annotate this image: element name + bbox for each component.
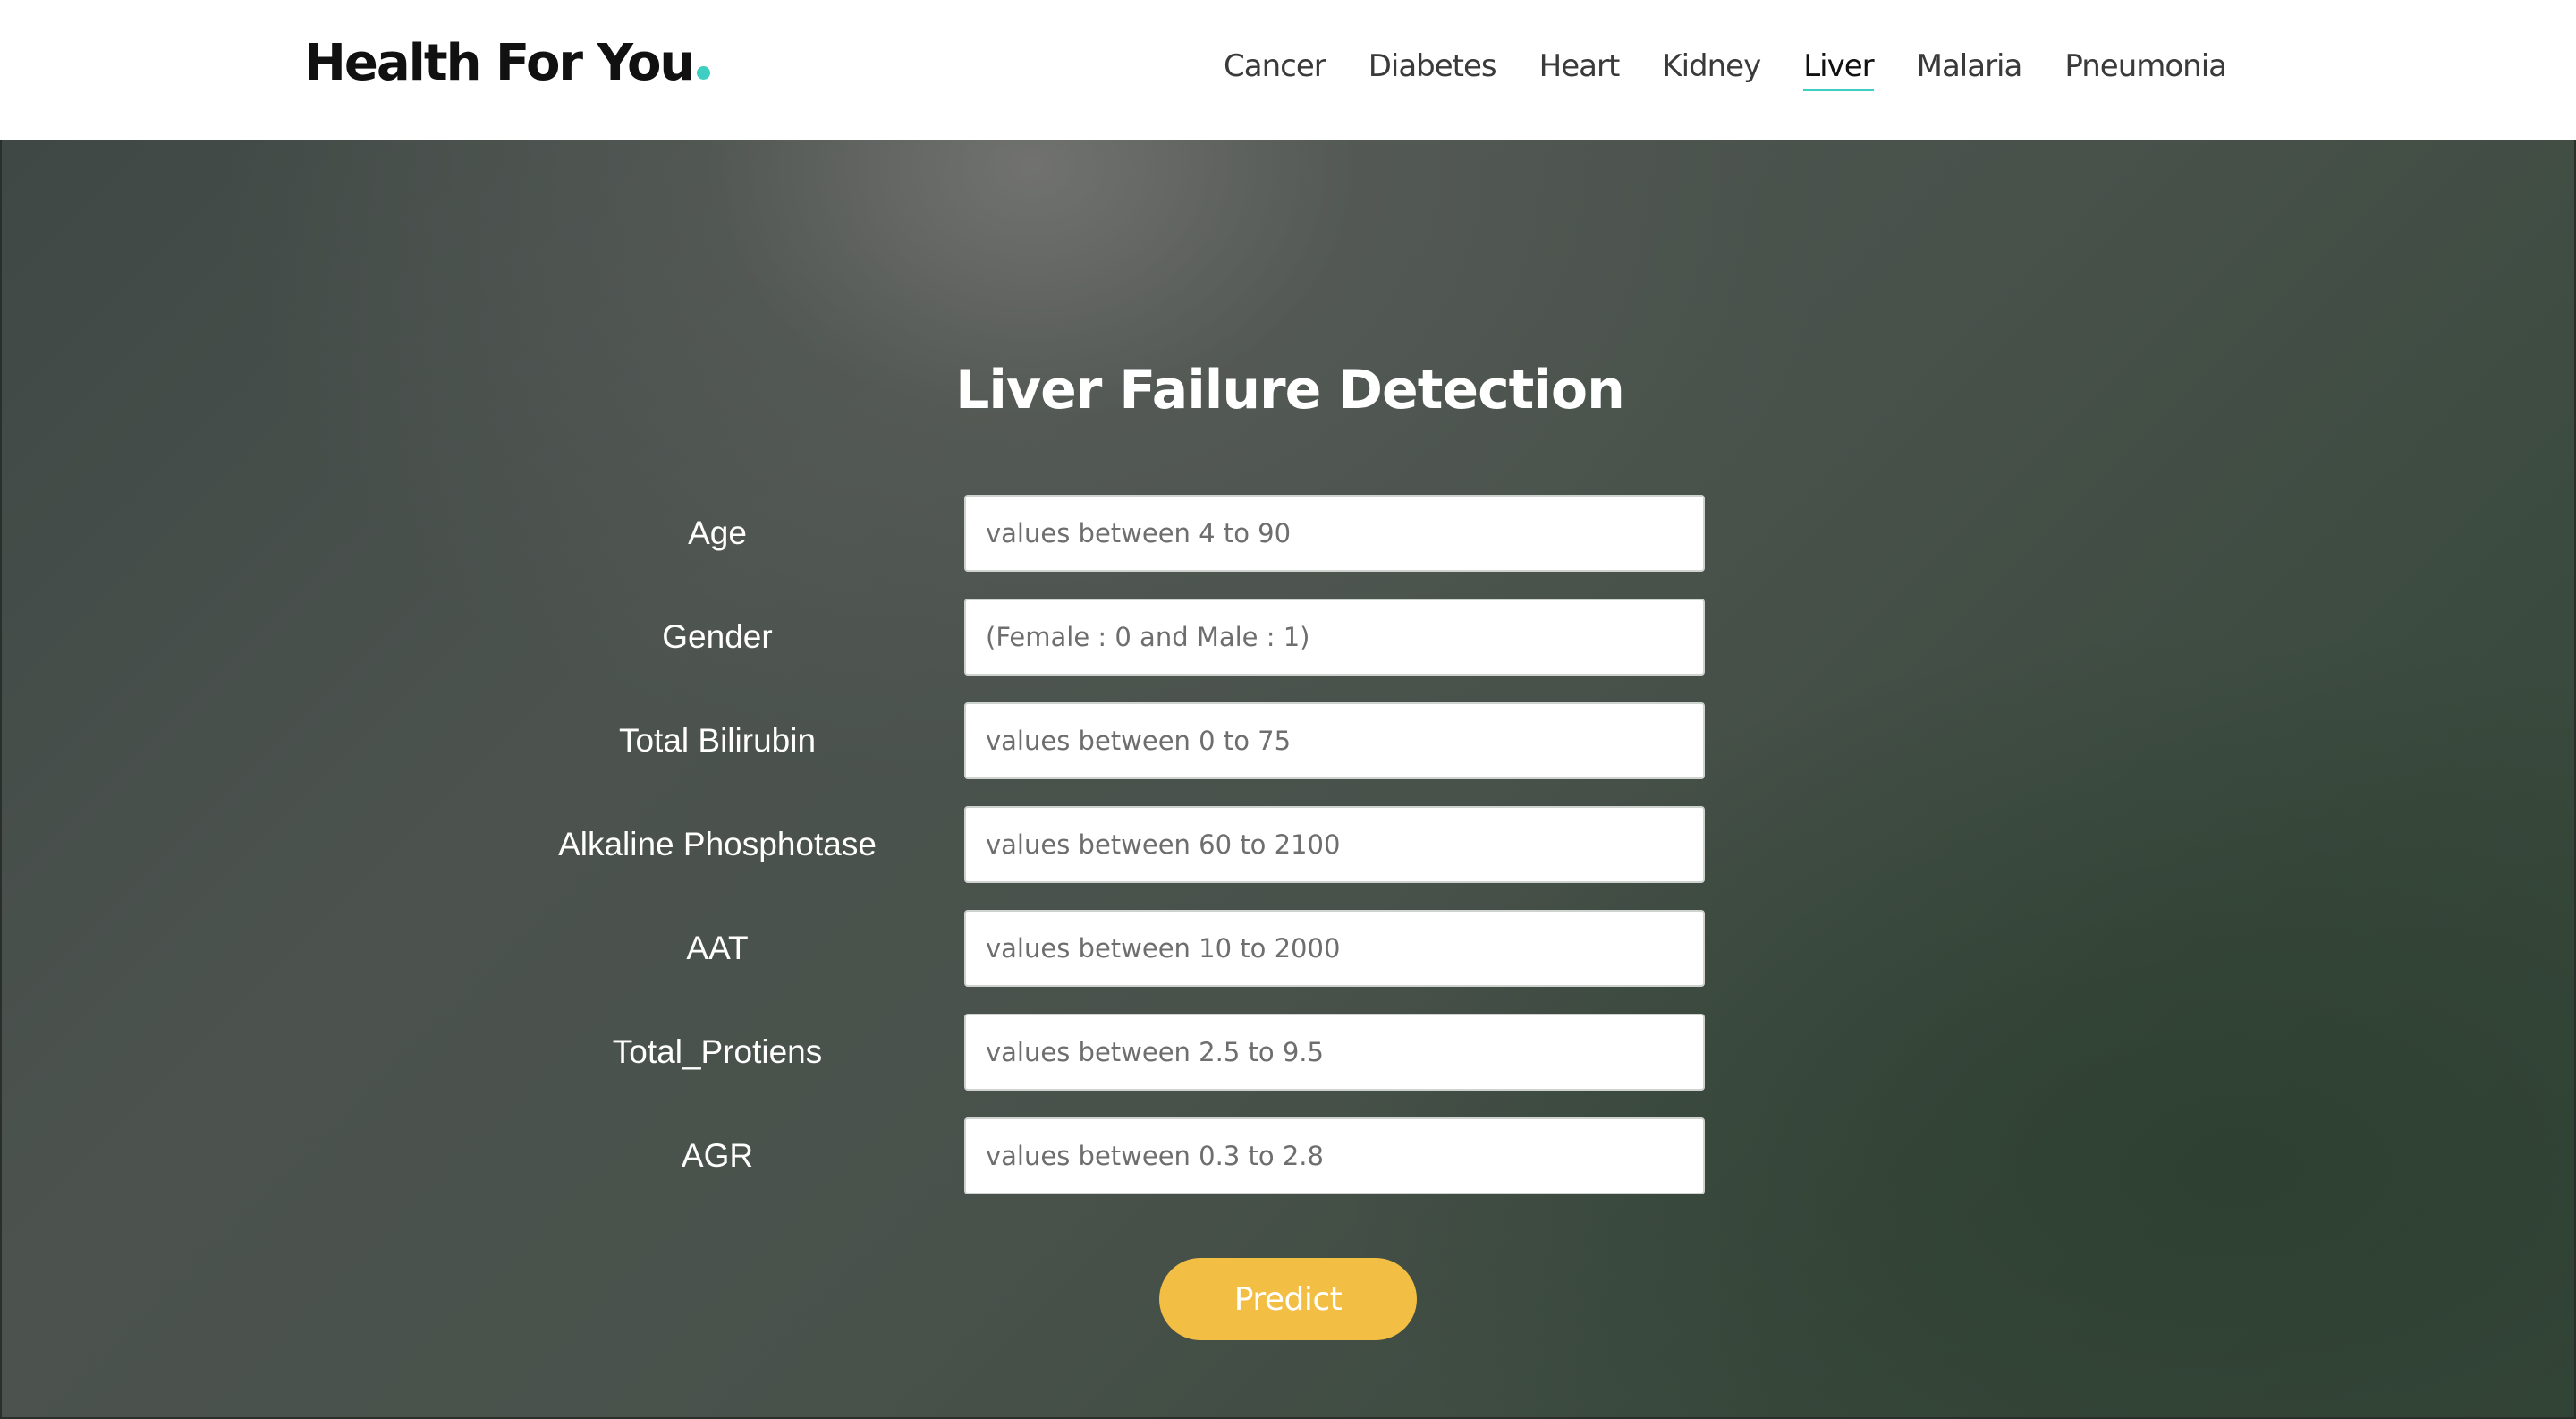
nav-link-cancer[interactable]: Cancer [1224, 39, 1326, 93]
field-label-total-protiens: Total_Protiens [612, 1033, 823, 1070]
nav-link-liver[interactable]: Liver [1803, 39, 1875, 93]
page-title: Liver Failure Detection [955, 359, 1625, 421]
nav-link-malaria[interactable]: Malaria [1917, 39, 2023, 93]
site-header: Health For You Cancer Diabetes Heart Kid… [0, 0, 2576, 140]
predict-button[interactable]: Predict [1159, 1258, 1417, 1340]
total-bilirubin-input[interactable] [964, 702, 1705, 779]
hero-section: Liver Failure Detection Age Gender Total… [0, 140, 2576, 1419]
gender-input[interactable] [964, 599, 1705, 676]
field-label-total-bilirubin: Total Bilirubin [618, 722, 817, 759]
field-label-age: Age [688, 514, 747, 551]
logo-text: Health For You [304, 34, 695, 92]
form-row-alkaline-phosphotase: Alkaline Phosphotase [2, 806, 2576, 883]
aat-input[interactable] [964, 910, 1705, 987]
field-label-gender: Gender [662, 618, 773, 655]
nav-link-pneumonia[interactable]: Pneumonia [2064, 39, 2227, 93]
field-label-agr: AGR [681, 1137, 754, 1174]
agr-input[interactable] [964, 1117, 1705, 1194]
main-nav: Cancer Diabetes Heart Kidney Liver Malar… [1224, 39, 2227, 93]
form-row-age: Age [2, 495, 2576, 572]
form-row-aat: AAT [2, 910, 2576, 987]
nav-link-heart[interactable]: Heart [1539, 39, 1621, 93]
site-logo[interactable]: Health For You [304, 34, 711, 97]
alkaline-phosphotase-input[interactable] [964, 806, 1705, 883]
form-row-agr: AGR [2, 1117, 2576, 1194]
form-row-total-protiens: Total_Protiens [2, 1014, 2576, 1091]
nav-link-kidney[interactable]: Kidney [1662, 39, 1761, 93]
age-input[interactable] [964, 495, 1705, 572]
form-row-gender: Gender [2, 599, 2576, 676]
total-protiens-input[interactable] [964, 1014, 1705, 1091]
field-label-alkaline-phosphotase: Alkaline Phosphotase [558, 826, 877, 862]
form-row-total-bilirubin: Total Bilirubin [2, 702, 2576, 779]
nav-link-diabetes[interactable]: Diabetes [1368, 39, 1497, 93]
field-label-aat: AAT [686, 930, 749, 966]
logo-dot-icon [697, 66, 711, 80]
